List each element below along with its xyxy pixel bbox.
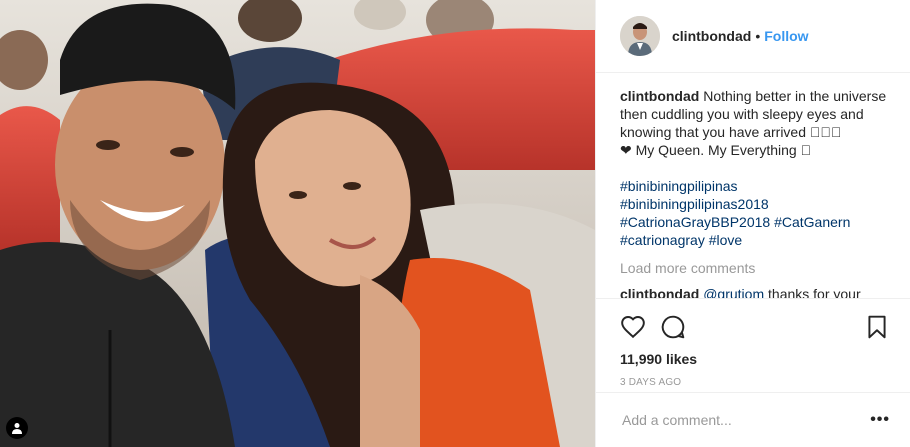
post-photo[interactable] [0,0,595,447]
post-actions: 11,990 likes 3 DAYS AGO [596,298,910,388]
follow-button[interactable]: Follow [764,28,808,44]
bookmark-icon[interactable] [864,314,890,340]
header-separator: • [755,28,761,44]
hashtag[interactable]: #CatrionaGrayBBP2018 [620,214,770,230]
instagram-post: clintbondad • Follow clintbondad Nothing… [0,0,910,447]
post-side-panel: clintbondad • Follow clintbondad Nothing… [595,0,910,447]
heart-icon[interactable] [620,314,646,340]
hashtag[interactable]: #love [709,232,742,248]
more-options-icon[interactable]: ••• [870,411,890,429]
header-username[interactable]: clintbondad [672,28,751,44]
caption: clintbondad Nothing better in the univer… [620,87,890,249]
avatar[interactable] [620,16,660,56]
photo-illustration [0,0,595,447]
likes-count[interactable]: 11,990 likes [620,351,890,367]
load-more-comments-button[interactable]: Load more comments [620,259,890,277]
hashtag[interactable]: #binibiningpilipinas [620,178,738,194]
action-icons [620,313,890,341]
add-comment-bar: ••• [596,392,910,447]
comment-icon[interactable] [660,314,686,340]
hashtag-list: #binibiningpilipinas #binibiningpilipina… [620,177,890,249]
post-timestamp[interactable]: 3 DAYS AGO [620,377,890,388]
caption-username[interactable]: clintbondad [620,88,699,104]
hashtag[interactable]: #binibiningpilipinas2018 [620,196,769,212]
caption-line-2: ❤ My Queen. My Everything 🏼 [620,142,812,158]
user-tag-icon[interactable] [6,417,28,439]
post-header: clintbondad • Follow [596,0,910,73]
comment-item: clintbondad @grutjom thanks for your [620,285,890,299]
hashtag[interactable]: #catrionagray [620,232,705,248]
comment-input[interactable] [620,411,871,429]
comments-area: clintbondad Nothing better in the univer… [596,73,910,299]
hashtag[interactable]: #CatGanern [774,214,850,230]
